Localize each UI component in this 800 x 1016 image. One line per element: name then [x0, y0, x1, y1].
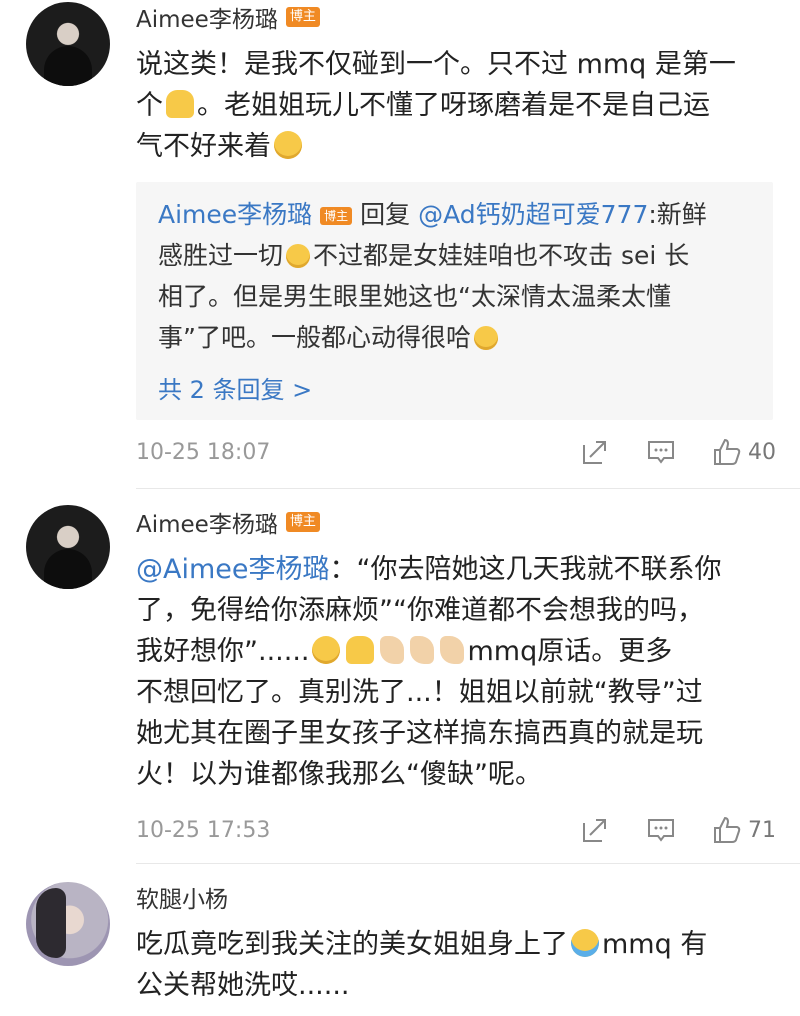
share-icon[interactable]: [580, 437, 610, 467]
avatar[interactable]: [26, 882, 110, 966]
clap-hands-icon: [410, 636, 435, 664]
like-icon[interactable]: [712, 815, 742, 845]
text-line: ：“你去陪她这几天我就不联系你: [329, 554, 722, 585]
reply-author[interactable]: Aimee李杨璐: [158, 200, 312, 229]
like-count: 71: [748, 817, 776, 843]
shrug-emoji-icon: [346, 636, 375, 664]
laugh-cry-face-icon: [571, 929, 599, 957]
text-line: 不想回忆了。真别洗了...！姐姐以前就“教导”过: [136, 677, 703, 708]
comment-header: 软腿小杨: [136, 880, 228, 914]
reply-line: :新鲜: [648, 200, 707, 229]
blogger-badge: 博主: [285, 512, 320, 532]
text-line: 吃瓜竟吃到我关注的美女姐姐身上了: [136, 929, 568, 960]
text-line: 了，免得给你添麻烦”“你难道都不会想我的吗，: [136, 595, 704, 626]
divider: [136, 863, 800, 864]
blogger-badge: 博主: [320, 207, 353, 225]
pleading-face-icon: [286, 244, 311, 268]
text-line: mmq原话。更多: [467, 636, 673, 667]
comment-icon[interactable]: [646, 815, 676, 845]
reply-prefix: 回复: [360, 200, 411, 229]
clap-hands-icon: [440, 636, 465, 664]
text-line: mmq 有: [602, 929, 708, 960]
timestamp: 10-25 18:07: [136, 439, 271, 465]
comment-meta: 10-25 18:07 40: [136, 437, 776, 467]
comment-text: 说这类！是我不仅碰到一个。只不过 mmq 是第一 个 。老姐姐玩儿不懂了呀琢磨着是…: [136, 44, 776, 167]
text-line: 我好想你”......: [136, 636, 310, 667]
pleading-face-icon: [473, 326, 498, 350]
username[interactable]: Aimee李杨璐: [136, 505, 278, 539]
like-count: 40: [748, 439, 776, 465]
comment-actions: 40: [544, 437, 776, 467]
username[interactable]: 软腿小杨: [136, 880, 228, 914]
reply-line: 事”了吧。一般都心动得很哈: [158, 323, 471, 352]
reply-line: 感胜过一切: [158, 241, 284, 270]
username[interactable]: Aimee李杨璐: [136, 0, 278, 34]
text-line: 说这类！是我不仅碰到一个。只不过 mmq 是第一: [136, 49, 736, 80]
clap-hands-icon: [380, 636, 405, 664]
share-icon[interactable]: [580, 815, 610, 845]
avatar[interactable]: [26, 505, 110, 589]
more-replies-link[interactable]: 共 2 条回复 >: [158, 370, 312, 405]
upside-down-face-icon: [312, 636, 341, 664]
mention-link[interactable]: @Aimee李杨璐: [136, 554, 330, 585]
reply-line: 相了。但是男生眼里她这也“太深情太温柔太懂: [158, 282, 671, 311]
text-line: 气不好来着: [136, 131, 271, 162]
upside-down-face-icon: [274, 131, 302, 159]
text-line: 她尤其在圈子里女孩子这样搞东搞西真的就是玩: [136, 718, 703, 749]
divider: [136, 488, 800, 489]
reply-mention[interactable]: @Ad钙奶超可爱777: [418, 200, 648, 229]
avatar[interactable]: [26, 2, 110, 86]
comment-header: Aimee李杨璐 博主: [136, 505, 320, 539]
comment-meta: 10-25 17:53 71: [136, 815, 776, 845]
comment-header: Aimee李杨璐 博主: [136, 0, 320, 34]
comment-icon[interactable]: [646, 437, 676, 467]
text-line: 公关帮她洗哎......: [136, 970, 350, 1001]
comment-actions: 71: [544, 815, 776, 845]
comment-text: @Aimee李杨璐：“你去陪她这几天我就不联系你 了，免得给你添麻烦”“你难道都…: [136, 549, 776, 795]
timestamp: 10-25 17:53: [136, 817, 271, 843]
blogger-badge: 博主: [285, 7, 320, 27]
reply-line: 不过都是女娃娃咱也不攻击 sei 长: [313, 241, 690, 270]
like-icon[interactable]: [712, 437, 742, 467]
comment-text: 吃瓜竟吃到我关注的美女姐姐身上了 mmq 有 公关帮她洗哎......: [136, 924, 776, 1006]
text-line: 。老姐姐玩儿不懂了呀琢磨着是不是自己运: [197, 90, 710, 121]
text-line: 火！以为谁都像我那么“傻缺”呢。: [136, 759, 542, 790]
reply-text: Aimee李杨璐 博主 回复 @Ad钙奶超可爱777:新鲜 感胜过一切 不过都是女娃…: [158, 194, 758, 358]
shrug-emoji-icon: [166, 90, 194, 118]
text-line: 个: [136, 90, 163, 121]
reply-preview[interactable]: Aimee李杨璐 博主 回复 @Ad钙奶超可爱777:新鲜 感胜过一切 不过都是女娃…: [136, 182, 773, 420]
